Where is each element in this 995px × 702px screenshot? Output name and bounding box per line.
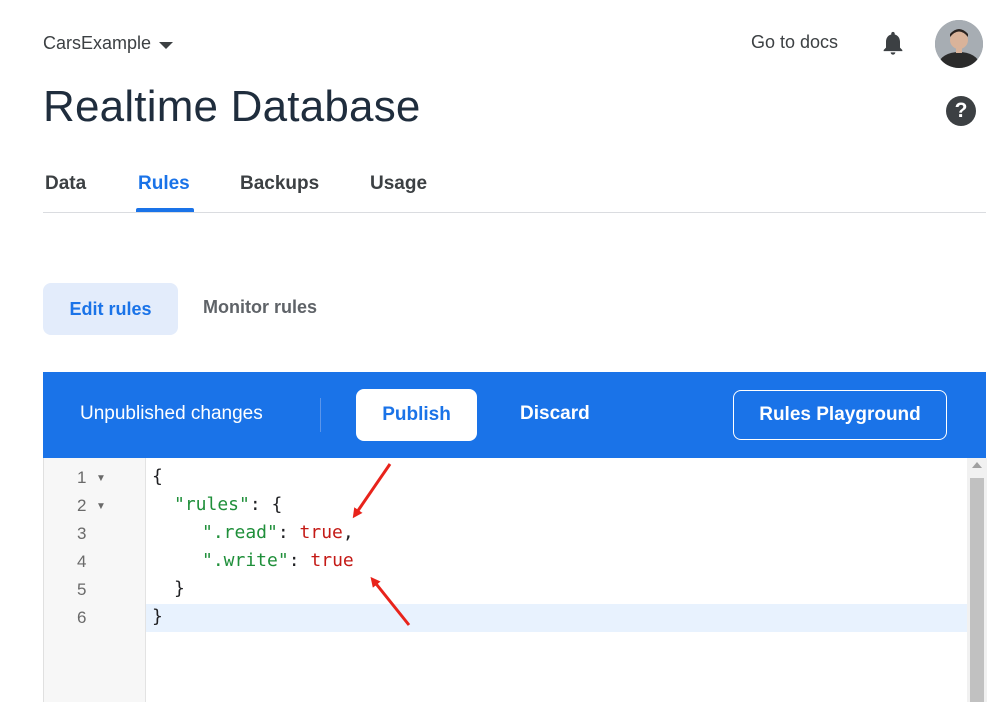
top-bar: CarsExample Go to docs bbox=[0, 0, 995, 80]
active-tab-indicator bbox=[136, 208, 194, 212]
line-number: 3 bbox=[77, 524, 87, 543]
active-line-highlight bbox=[146, 604, 967, 632]
toolbar-divider bbox=[320, 398, 321, 432]
tab-data[interactable]: Data bbox=[45, 173, 86, 195]
rules-code-editor[interactable]: 1 ▼ 2 ▼ 3 4 5 6 { "rules": { ".read": tr… bbox=[43, 458, 987, 702]
tab-backups[interactable]: Backups bbox=[240, 173, 319, 195]
code-line-6: } bbox=[152, 606, 163, 627]
publish-button[interactable]: Publish bbox=[356, 389, 477, 441]
line-number: 2 bbox=[77, 496, 87, 515]
rules-toolbar: Unpublished changes Publish Discard Rule… bbox=[43, 372, 986, 458]
code-line-5: } bbox=[174, 578, 185, 599]
unpublished-status: Unpublished changes bbox=[80, 403, 263, 424]
code-line-3: ".read": true, bbox=[202, 522, 354, 543]
code-line-4: ".write": true bbox=[202, 550, 354, 571]
page-title: Realtime Database bbox=[43, 82, 421, 131]
line-number: 5 bbox=[77, 580, 87, 599]
project-name: CarsExample bbox=[43, 33, 152, 53]
rules-playground-button[interactable]: Rules Playground bbox=[733, 390, 947, 440]
project-selector[interactable]: CarsExample bbox=[43, 33, 174, 54]
line-number: 1 bbox=[77, 468, 87, 487]
bell-icon[interactable] bbox=[879, 28, 907, 58]
help-icon[interactable]: ? bbox=[946, 96, 976, 126]
line-number: 4 bbox=[77, 552, 87, 571]
scrollbar-thumb[interactable] bbox=[970, 478, 984, 702]
go-to-docs-link[interactable]: Go to docs bbox=[751, 32, 838, 53]
fold-arrow-icon[interactable]: ▼ bbox=[96, 501, 106, 512]
chevron-down-icon bbox=[159, 41, 174, 49]
scroll-up-icon[interactable] bbox=[972, 462, 982, 468]
line-number-gutter: 1 ▼ 2 ▼ 3 4 5 6 bbox=[44, 458, 146, 702]
avatar[interactable] bbox=[935, 20, 983, 68]
fold-arrow-icon[interactable]: ▼ bbox=[96, 473, 106, 484]
editor-scrollbar[interactable] bbox=[967, 458, 987, 702]
tab-rules[interactable]: Rules bbox=[138, 173, 190, 195]
line-number: 6 bbox=[77, 608, 87, 627]
tab-usage[interactable]: Usage bbox=[370, 173, 427, 195]
code-line-2: "rules": { bbox=[174, 494, 283, 515]
tab-bar: Data Rules Backups Usage bbox=[43, 172, 986, 213]
code-line-1: { bbox=[152, 466, 163, 487]
edit-rules-tab[interactable]: Edit rules bbox=[43, 283, 178, 335]
monitor-rules-tab[interactable]: Monitor rules bbox=[203, 297, 317, 318]
discard-button[interactable]: Discard bbox=[520, 403, 590, 425]
